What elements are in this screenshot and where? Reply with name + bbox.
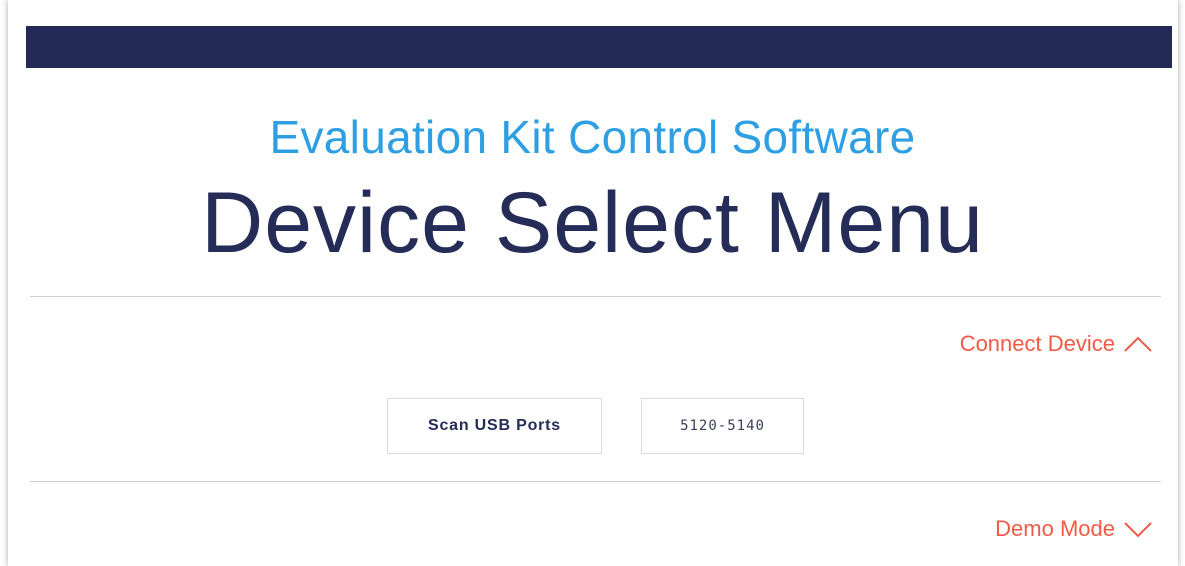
- chevron-up-icon: [1124, 336, 1152, 352]
- app-subtitle: Evaluation Kit Control Software: [269, 111, 916, 163]
- demo-mode-label: Demo Mode: [995, 516, 1115, 541]
- connect-device-toggle[interactable]: Connect Device: [960, 331, 1153, 357]
- device-select-button[interactable]: 5120-5140: [641, 398, 804, 454]
- top-bar: [26, 26, 1172, 68]
- connect-device-label: Connect Device: [959, 331, 1115, 356]
- page-title: Device Select Menu: [201, 175, 984, 271]
- scan-usb-ports-button[interactable]: Scan USB Ports: [387, 398, 602, 454]
- section-divider: [30, 296, 1161, 297]
- chevron-down-icon: [1124, 522, 1152, 538]
- demo-mode-toggle[interactable]: Demo Mode: [995, 516, 1153, 542]
- section-divider: [30, 481, 1161, 482]
